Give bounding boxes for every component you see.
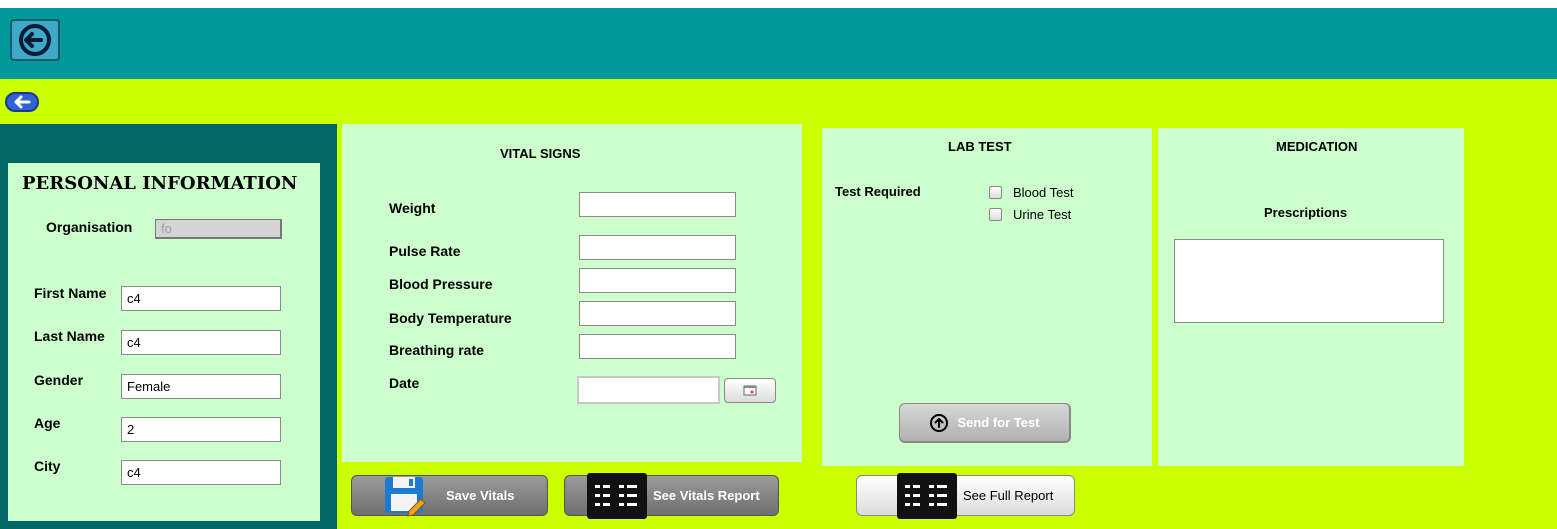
vital-signs-title: VITAL SIGNS xyxy=(500,146,581,161)
urine-test-label: Urine Test xyxy=(1013,207,1072,222)
weight-label: Weight xyxy=(389,200,436,216)
see-vitals-report-label: See Vitals Report xyxy=(653,488,760,503)
lab-test-title: LAB TEST xyxy=(948,139,1012,154)
save-vitals-label: Save Vitals xyxy=(446,488,515,503)
age-label: Age xyxy=(34,415,61,431)
header-bar xyxy=(0,0,1557,79)
back-button[interactable] xyxy=(5,92,39,112)
upload-arrow-icon xyxy=(930,413,949,432)
prescriptions-label: Prescriptions xyxy=(1264,205,1348,220)
vital-signs-panel xyxy=(342,124,802,462)
logout-button[interactable] xyxy=(10,19,60,61)
test-required-label: Test Required xyxy=(835,184,921,199)
date-label: Date xyxy=(389,375,420,391)
medication-title: MEDICATION xyxy=(1276,139,1358,154)
age-field[interactable]: 2 xyxy=(121,417,281,442)
send-for-test-button[interactable]: Send for Test xyxy=(899,403,1071,443)
save-vitals-button[interactable]: Save Vitals xyxy=(351,475,548,517)
prescriptions-textarea[interactable] xyxy=(1174,239,1444,323)
blood-test-label: Blood Test xyxy=(1013,185,1074,200)
date-field[interactable] xyxy=(577,376,720,404)
calendar-icon xyxy=(743,385,757,396)
organisation-label: Organisation xyxy=(46,219,133,235)
date-picker-button[interactable] xyxy=(724,378,776,403)
first-name-field[interactable]: c4 xyxy=(121,286,281,311)
gender-field[interactable]: Female xyxy=(121,374,281,399)
blood-pressure-field[interactable] xyxy=(579,268,736,293)
last-name-label: Last Name xyxy=(34,328,105,344)
first-name-label: First Name xyxy=(34,285,107,301)
logout-arrow-icon xyxy=(19,24,51,56)
save-disk-icon xyxy=(385,476,426,517)
report-grid-icon xyxy=(897,472,957,519)
weight-field[interactable] xyxy=(579,192,736,217)
breathing-rate-label: Breathing rate xyxy=(389,342,484,358)
see-vitals-report-button[interactable]: See Vitals Report xyxy=(564,472,779,519)
blood-pressure-label: Blood Pressure xyxy=(389,276,493,292)
body-temperature-field[interactable] xyxy=(579,301,736,326)
report-grid-icon xyxy=(587,472,647,519)
see-full-report-button[interactable]: See Full Report xyxy=(856,472,1075,519)
personal-info-title: PERSONAL INFORMATION xyxy=(22,173,298,194)
organisation-field[interactable]: fo xyxy=(155,219,282,239)
see-full-report-label: See Full Report xyxy=(963,488,1054,503)
city-field[interactable]: c4 xyxy=(121,460,281,485)
pulse-rate-label: Pulse Rate xyxy=(389,243,461,259)
send-for-test-label: Send for Test xyxy=(957,415,1040,430)
blood-test-checkbox[interactable] xyxy=(989,186,1002,199)
city-label: City xyxy=(34,458,61,474)
gender-label: Gender xyxy=(34,372,84,388)
pulse-rate-field[interactable] xyxy=(579,235,736,260)
breathing-rate-field[interactable] xyxy=(579,334,736,359)
urine-test-checkbox[interactable] xyxy=(989,208,1002,221)
last-name-field[interactable]: c4 xyxy=(121,330,281,355)
back-arrow-icon xyxy=(14,95,31,109)
body-temperature-label: Body Temperature xyxy=(389,310,512,326)
